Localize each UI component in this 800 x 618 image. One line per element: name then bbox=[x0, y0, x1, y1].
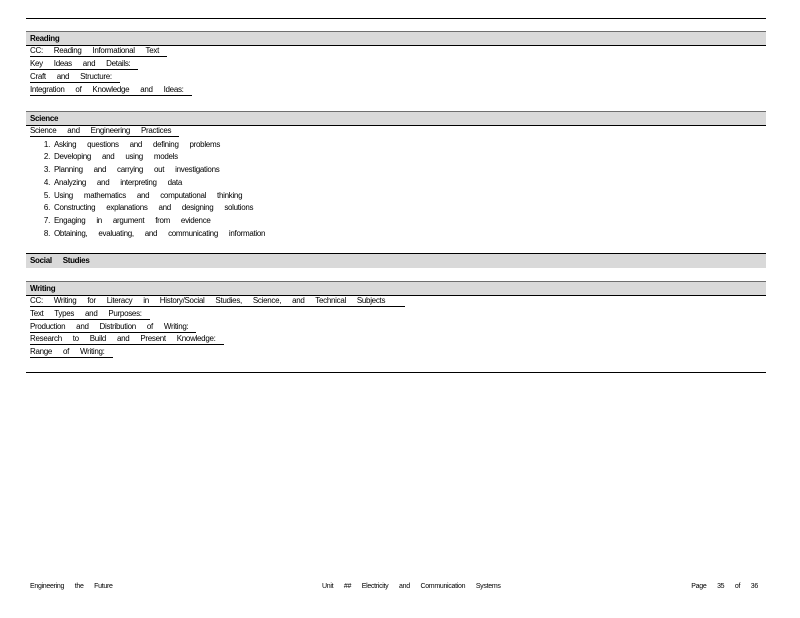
section-title-reading: Reading bbox=[30, 34, 60, 43]
list-item: 6. Constructing explanations and designin… bbox=[43, 203, 254, 212]
section-title-science: Science bbox=[30, 114, 59, 123]
reading-link-key-ideas[interactable]: Key Ideas and Details: bbox=[30, 59, 139, 70]
list-item: 5. Using mathematics and computational th… bbox=[43, 191, 243, 200]
bottom-rule bbox=[26, 372, 766, 373]
section-header-science: Science bbox=[26, 111, 766, 125]
writing-link-text-types[interactable]: Text Types and Purposes: bbox=[30, 309, 150, 320]
writing-link-research[interactable]: Research to Build and Present Knowledge: bbox=[30, 334, 224, 345]
science-link-practices[interactable]: Science and Engineering Practices bbox=[30, 126, 180, 137]
writing-link-range[interactable]: Range of Writing: bbox=[30, 347, 113, 358]
footer-center: Unit ## Electricity and Communication Sy… bbox=[322, 583, 501, 590]
list-item: 8. Obtaining, evaluating, and communicati… bbox=[43, 229, 266, 238]
footer-page-number: Page 35 of 36 bbox=[691, 583, 758, 590]
list-item: 3. Planning and carrying out investigatio… bbox=[43, 165, 220, 174]
footer-left: Engineering the Future bbox=[30, 583, 113, 590]
section-header-reading: Reading bbox=[26, 31, 766, 45]
section-header-writing: Writing bbox=[26, 281, 766, 295]
list-item: 4. Analyzing and interpreting data bbox=[43, 178, 182, 187]
writing-link-cc-literacy[interactable]: CC: Writing for Literacy in History/Soci… bbox=[30, 296, 406, 307]
section-header-social-studies: Social Studies bbox=[26, 254, 766, 268]
section-title-writing: Writing bbox=[30, 284, 56, 293]
writing-link-production[interactable]: Production and Distribution of Writing: bbox=[30, 322, 197, 333]
reading-link-craft-structure[interactable]: Craft and Structure: bbox=[30, 72, 120, 83]
list-item: 7. Engaging in argument from evidence bbox=[43, 216, 211, 225]
reading-link-integration[interactable]: Integration of Knowledge and Ideas: bbox=[30, 85, 192, 96]
top-rule bbox=[26, 18, 766, 19]
list-item: 1. Asking questions and defining problems bbox=[43, 140, 221, 149]
reading-link-cc-informational[interactable]: CC: Reading Informational Text bbox=[30, 46, 168, 57]
list-item: 2. Developing and using models bbox=[43, 152, 178, 161]
section-title-social-studies: Social Studies bbox=[30, 256, 90, 265]
